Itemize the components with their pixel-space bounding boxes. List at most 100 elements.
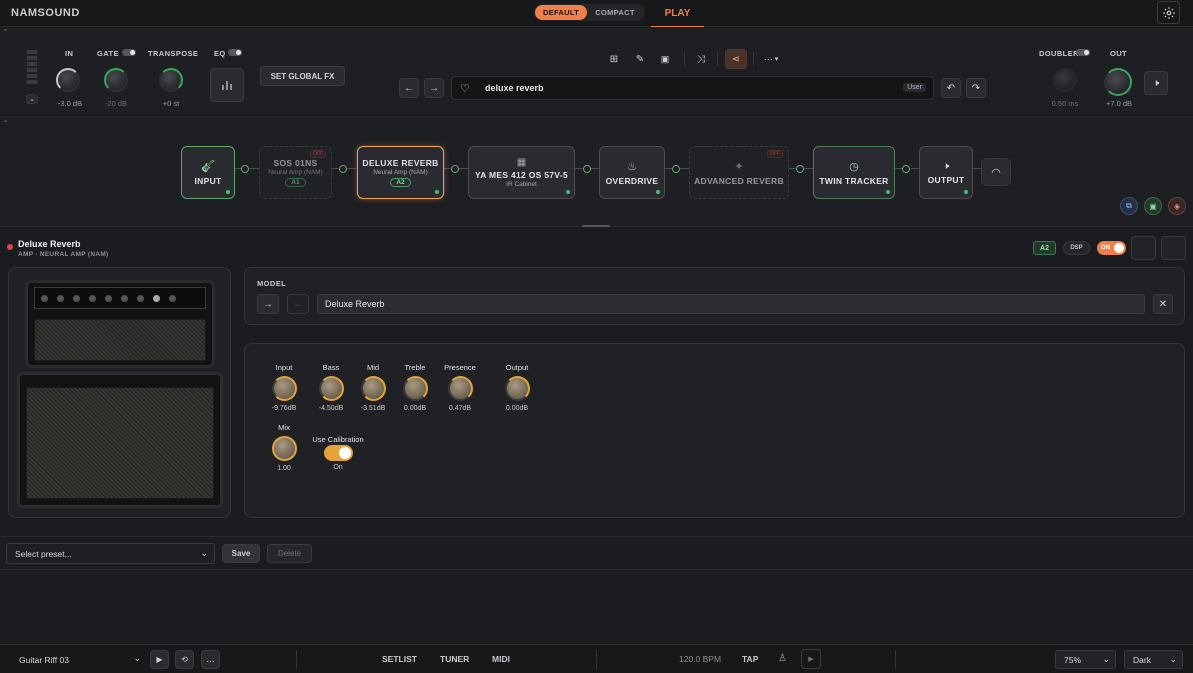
input-knob[interactable]: [272, 376, 297, 401]
share-button[interactable]: ⋖: [725, 49, 747, 69]
layers-button[interactable]: ◈: [1168, 197, 1186, 215]
gate-knob[interactable]: [104, 68, 128, 92]
param-value: 0.00dB: [403, 405, 427, 412]
out-knob[interactable]: [1104, 68, 1132, 96]
clock-icon: ◷: [849, 160, 859, 173]
out-label: OUT: [1110, 49, 1128, 58]
track-select[interactable]: Guitar Riff 03 ⌄: [11, 650, 143, 669]
gate-label: GATE: [97, 49, 119, 58]
transpose-knob[interactable]: [159, 68, 183, 92]
speaker-grid-icon: ▦: [516, 157, 527, 168]
gear-icon: [1162, 6, 1175, 19]
output-knob[interactable]: [505, 376, 530, 401]
insert-slot-button[interactable]: [241, 165, 249, 173]
insert-slot-button[interactable]: [339, 165, 347, 173]
redo-button[interactable]: ↷: [966, 78, 986, 98]
mix-knob[interactable]: [272, 436, 297, 461]
chain-node-ir-cabinet[interactable]: ▦ YA MES 412 OS 57V-5 IR Cabinet: [468, 146, 575, 199]
preset-name-field[interactable]: ♡ deluxe reverb User: [451, 76, 934, 100]
preset-tag-badge: User: [903, 83, 926, 92]
chain-node-deluxe-reverb[interactable]: DELUXE REVERB Neural Amp (NAM) A2: [357, 146, 444, 199]
slot-badge[interactable]: A2: [1033, 241, 1056, 255]
bpm-display[interactable]: 120.0 BPM: [679, 654, 721, 664]
setlist-button[interactable]: SETLIST: [382, 654, 417, 664]
model-clear-button[interactable]: ✕: [1153, 294, 1173, 314]
mode-compact-button[interactable]: COMPACT: [587, 5, 643, 20]
in-knob[interactable]: [56, 68, 80, 92]
eq-toggle[interactable]: [228, 49, 242, 56]
prev-preset-button[interactable]: ←: [399, 78, 419, 98]
settings-button[interactable]: [1157, 1, 1180, 24]
insert-slot-button[interactable]: [451, 165, 459, 173]
chain-node-advanced-reverb[interactable]: OFF ✦ ADVANCED REVERB: [689, 146, 789, 199]
insert-slot-button[interactable]: [902, 165, 910, 173]
midi-button[interactable]: MIDI: [492, 654, 510, 664]
delete-button[interactable]: Delete: [267, 544, 312, 563]
block-action-button-1[interactable]: [1131, 236, 1156, 260]
mode-default-button[interactable]: DEFAULT: [535, 5, 587, 20]
metronome-icon[interactable]: ♙: [778, 653, 787, 664]
save-icon: ▣: [1149, 201, 1157, 211]
insert-slot-button[interactable]: [796, 165, 804, 173]
calibration-value: On: [333, 464, 343, 471]
theme-select[interactable]: Dark ⌄: [1124, 650, 1183, 669]
loop-button[interactable]: ⟲: [175, 650, 194, 669]
resize-handle[interactable]: [582, 225, 610, 227]
tab-play[interactable]: PLAY: [651, 0, 704, 27]
tuner-button[interactable]: TUNER: [440, 654, 469, 664]
gate-toggle[interactable]: [122, 49, 136, 56]
treble-knob[interactable]: [403, 376, 428, 401]
mid-knob[interactable]: [361, 376, 386, 401]
sparkle-icon: ✦: [734, 160, 744, 173]
chain-node-sos-01ns[interactable]: OFF SOS 01NS Neural Amp (NAM) A1: [259, 146, 332, 199]
duplicate-button[interactable]: ⧉: [1120, 197, 1138, 215]
metronome-play-button[interactable]: ▶: [801, 649, 821, 669]
undo-button[interactable]: ↶: [941, 78, 961, 98]
chain-node-overdrive[interactable]: ♨ OVERDRIVE: [599, 146, 665, 199]
meter-expand-button[interactable]: ⌄: [26, 94, 38, 104]
insert-slot-button[interactable]: [672, 165, 680, 173]
block-action-button-2[interactable]: [1161, 236, 1186, 260]
new-preset-button[interactable]: ⊞: [605, 50, 623, 68]
set-global-fx-button[interactable]: SET GLOBAL FX: [260, 66, 345, 86]
amp-slot-chip: A2: [390, 178, 411, 187]
model-prev-button[interactable]: ←: [287, 294, 309, 314]
preset-select[interactable]: Select preset... ⌄: [6, 543, 215, 564]
calibration-toggle[interactable]: [324, 445, 353, 461]
collapse-header-icon[interactable]: ⌃: [2, 28, 9, 37]
save-chain-button[interactable]: ▣: [1144, 197, 1162, 215]
block-subtitle: AMP · NEURAL AMP (NAM): [18, 251, 109, 258]
view-mode-toggle[interactable]: DEFAULT COMPACT: [534, 4, 645, 21]
dsp-badge[interactable]: DSP: [1063, 241, 1090, 255]
doubler-label: DOUBLER: [1039, 49, 1079, 58]
presence-knob[interactable]: [448, 376, 473, 401]
chevron-down-icon: ⌄: [1169, 654, 1177, 664]
mute-button[interactable]: 🕨: [1144, 71, 1168, 95]
model-field[interactable]: Deluxe Reverb: [317, 294, 1145, 314]
block-on-toggle[interactable]: ON: [1097, 241, 1126, 255]
shuffle-button[interactable]: ⤨: [692, 50, 710, 68]
out-value: +7.0 dB: [1105, 99, 1133, 108]
play-button[interactable]: ▶: [150, 650, 169, 669]
next-preset-button[interactable]: →: [424, 78, 444, 98]
heart-icon[interactable]: ♡: [460, 82, 470, 95]
insert-slot-button[interactable]: [583, 165, 591, 173]
bass-knob[interactable]: [319, 376, 344, 401]
more-menu-button[interactable]: ··· ▾: [758, 50, 784, 68]
save-button[interactable]: Save: [222, 544, 260, 563]
doubler-toggle[interactable]: [1076, 49, 1090, 56]
model-label: MODEL: [257, 279, 287, 288]
save-preset-button[interactable]: ▣: [656, 50, 674, 68]
doubler-knob[interactable]: [1053, 68, 1077, 92]
eq-button[interactable]: [210, 68, 244, 102]
chain-node-twin-tracker[interactable]: ◷ TWIN TRACKER: [813, 146, 895, 199]
meter-node-button[interactable]: ◠: [981, 158, 1011, 186]
zoom-select[interactable]: 75% ⌄: [1055, 650, 1116, 669]
tap-button[interactable]: TAP: [742, 654, 758, 664]
chain-node-input[interactable]: 🎸︎ INPUT: [181, 146, 235, 199]
collapse-chain-icon[interactable]: ⌃: [2, 119, 9, 128]
model-next-button[interactable]: →: [257, 294, 279, 314]
chain-node-output[interactable]: 🕨 OUTPUT: [919, 146, 973, 199]
track-more-button[interactable]: ...: [201, 650, 220, 669]
edit-preset-button[interactable]: ✎: [631, 50, 649, 68]
